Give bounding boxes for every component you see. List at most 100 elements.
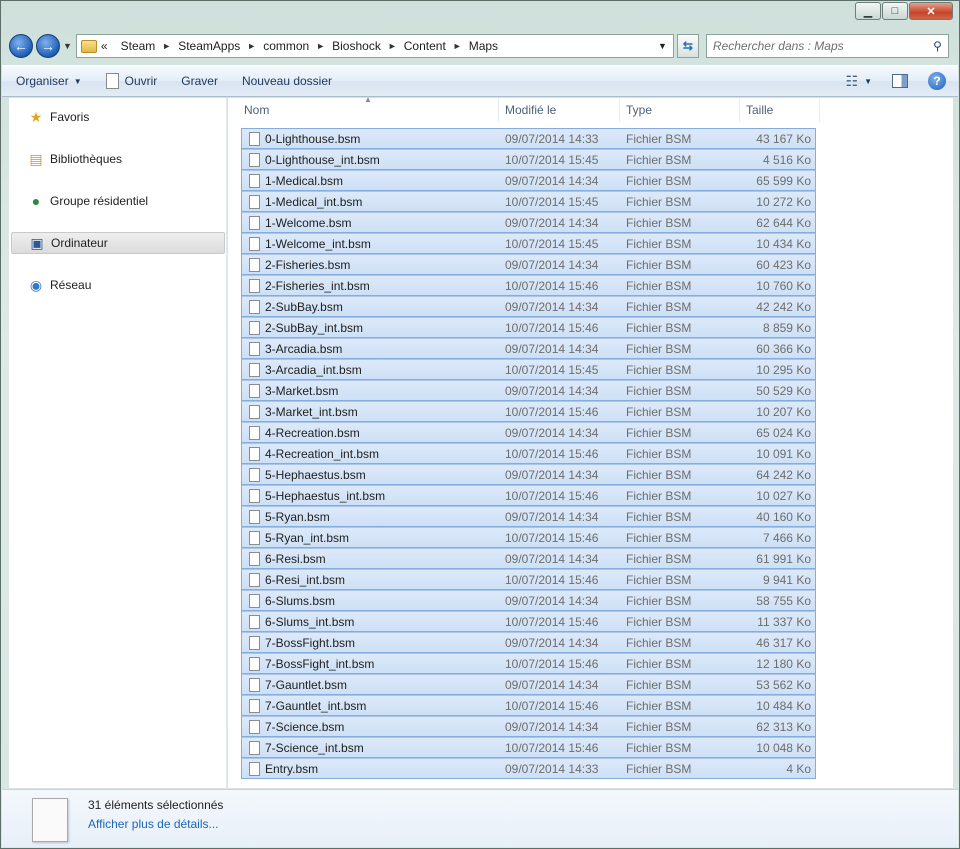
- file-name: 2-SubBay.bsm: [265, 299, 343, 314]
- table-row[interactable]: 3-Arcadia.bsm 09/07/2014 14:34 Fichier BSM…: [241, 338, 816, 359]
- file-icon: [249, 678, 260, 692]
- help-icon[interactable]: ?: [928, 72, 946, 90]
- file-type: Fichier BSM: [626, 152, 692, 167]
- table-row[interactable]: 4-Recreation_int.bsm 10/07/2014 15:46 Fich…: [241, 443, 816, 464]
- breadcrumb-steamapps[interactable]: SteamApps: [178, 39, 240, 53]
- table-row[interactable]: 7-BossFight.bsm 09/07/2014 14:34 Fichier B…: [241, 632, 816, 653]
- breadcrumb-content[interactable]: Content: [404, 39, 446, 53]
- recent-pages-dropdown[interactable]: ▼: [63, 41, 72, 51]
- table-row[interactable]: 2-Fisheries_int.bsm 10/07/2014 15:46 Fichi…: [241, 275, 816, 296]
- table-row[interactable]: 1-Medical_int.bsm 10/07/2014 15:45 Fichier…: [241, 191, 816, 212]
- table-row[interactable]: 1-Medical.bsm 09/07/2014 14:34 Fichier BSM…: [241, 170, 816, 191]
- show-more-details-link[interactable]: Afficher plus de détails...: [88, 817, 219, 831]
- file-type: Fichier BSM: [626, 635, 692, 650]
- new-folder-button[interactable]: Nouveau dossier: [242, 74, 332, 88]
- view-dropdown-icon[interactable]: ▼: [864, 77, 872, 86]
- table-row[interactable]: 1-Welcome_int.bsm 10/07/2014 15:45 Fichier…: [241, 233, 816, 254]
- file-modified: 10/07/2014 15:46: [505, 530, 599, 545]
- sidebar-item-label: Favoris: [50, 110, 90, 124]
- table-row[interactable]: 5-Hephaestus.bsm 09/07/2014 14:34 Fichier …: [241, 464, 816, 485]
- column-header-name[interactable]: Nom: [238, 98, 499, 122]
- table-row[interactable]: 3-Market_int.bsm 10/07/2014 15:46 Fichier …: [241, 401, 816, 422]
- table-row[interactable]: Entry.bsm 09/07/2014 14:33 Fichier BSM 4 Ko: [241, 758, 816, 779]
- file-modified: 09/07/2014 14:34: [505, 467, 599, 482]
- table-row[interactable]: 3-Arcadia_int.bsm 10/07/2014 15:45 Fichier…: [241, 359, 816, 380]
- table-row[interactable]: 1-Welcome.bsm 09/07/2014 14:34 Fichier BSM…: [241, 212, 816, 233]
- open-button[interactable]: Ouvrir: [105, 73, 157, 89]
- caption-buttons: ▁ □ ✕: [855, 2, 953, 20]
- breadcrumb-overflow[interactable]: «: [101, 39, 108, 53]
- view-options-icon[interactable]: ☷: [846, 73, 859, 90]
- file-name: 5-Ryan_int.bsm: [265, 530, 350, 545]
- table-row[interactable]: 5-Ryan.bsm 09/07/2014 14:34 Fichier BSM 40 …: [241, 506, 816, 527]
- table-row[interactable]: 6-Slums.bsm 09/07/2014 14:34 Fichier BSM 58…: [241, 590, 816, 611]
- column-header-type[interactable]: Type: [620, 98, 740, 122]
- network-icon: ◉: [29, 276, 43, 293]
- close-button[interactable]: ✕: [909, 2, 953, 20]
- breadcrumb-maps[interactable]: Maps: [469, 39, 498, 53]
- file-modified: 09/07/2014 14:34: [505, 509, 599, 524]
- table-row[interactable]: 3-Market.bsm 09/07/2014 14:34 Fichier BSM 5…: [241, 380, 816, 401]
- chevron-right-icon[interactable]: ►: [162, 41, 171, 51]
- table-row[interactable]: 7-BossFight_int.bsm 10/07/2014 15:46 Fichi…: [241, 653, 816, 674]
- file-type: Fichier BSM: [626, 656, 692, 671]
- chevron-right-icon[interactable]: ►: [316, 41, 325, 51]
- sidebar-item-bibliotheques[interactable]: ▤ Bibliothèques: [11, 148, 225, 170]
- file-name: 7-Science_int.bsm: [265, 740, 364, 755]
- file-type: Fichier BSM: [626, 341, 692, 356]
- chevron-right-icon[interactable]: ►: [453, 41, 462, 51]
- column-header-size[interactable]: Taille: [740, 98, 820, 122]
- maximize-button[interactable]: □: [882, 2, 908, 20]
- table-row[interactable]: 5-Ryan_int.bsm 10/07/2014 15:46 Fichier BS…: [241, 527, 816, 548]
- search-input[interactable]: [712, 39, 913, 53]
- table-row[interactable]: 2-SubBay.bsm 09/07/2014 14:34 Fichier BSM 4…: [241, 296, 816, 317]
- sidebar-item-ordinateur[interactable]: ▣ Ordinateur: [11, 232, 225, 254]
- table-row[interactable]: 6-Resi_int.bsm 10/07/2014 15:46 Fichier BS…: [241, 569, 816, 590]
- sidebar-item-groupe-residentiel[interactable]: ● Groupe résidentiel: [11, 190, 225, 212]
- sidebar-item-favoris[interactable]: ★ Favoris: [11, 106, 225, 128]
- breadcrumb-steam[interactable]: Steam: [121, 39, 156, 53]
- table-row[interactable]: 6-Slums_int.bsm 10/07/2014 15:46 Fichier B…: [241, 611, 816, 632]
- table-row[interactable]: 5-Hephaestus_int.bsm 10/07/2014 15:46 Fich…: [241, 485, 816, 506]
- column-type-label: Type: [626, 103, 653, 117]
- file-size: 42 242 Ko: [756, 299, 811, 314]
- forward-button[interactable]: →: [36, 34, 60, 58]
- table-row[interactable]: 0-Lighthouse.bsm 09/07/2014 14:33 Fichier …: [241, 128, 816, 149]
- file-icon: [249, 384, 260, 398]
- chevron-right-icon[interactable]: ►: [247, 41, 256, 51]
- file-modified: 09/07/2014 14:34: [505, 593, 599, 608]
- address-dropdown-icon[interactable]: ▼: [658, 41, 667, 51]
- burn-button[interactable]: Graver: [181, 74, 218, 88]
- table-row[interactable]: 7-Gauntlet_int.bsm 10/07/2014 15:46 Fichie…: [241, 695, 816, 716]
- minimize-button[interactable]: ▁: [855, 2, 881, 20]
- table-row[interactable]: 2-Fisheries.bsm 09/07/2014 14:34 Fichier B…: [241, 254, 816, 275]
- table-row[interactable]: 4-Recreation.bsm 09/07/2014 14:34 Fichier …: [241, 422, 816, 443]
- file-icon: [249, 762, 260, 776]
- table-row[interactable]: 7-Science.bsm 09/07/2014 14:34 Fichier BSM…: [241, 716, 816, 737]
- table-row[interactable]: 6-Resi.bsm 09/07/2014 14:34 Fichier BSM 61 …: [241, 548, 816, 569]
- sidebar-item-reseau[interactable]: ◉ Réseau: [11, 274, 225, 296]
- table-row[interactable]: 7-Gauntlet.bsm 09/07/2014 14:34 Fichier BS…: [241, 674, 816, 695]
- breadcrumb-bioshock[interactable]: Bioshock: [332, 39, 381, 53]
- table-row[interactable]: 7-Science_int.bsm 10/07/2014 15:46 Fichier…: [241, 737, 816, 758]
- file-name: 3-Market_int.bsm: [265, 404, 358, 419]
- address-bar[interactable]: « Steam ► SteamApps ► common ► Bioshock …: [75, 34, 674, 58]
- organise-menu-button[interactable]: Organiser ▼: [16, 74, 82, 88]
- back-button[interactable]: ←: [9, 34, 33, 58]
- file-size: 58 755 Ko: [756, 593, 811, 608]
- address-row: ← → ▼ « Steam ► SteamApps ► common ► Bio…: [9, 31, 951, 61]
- file-modified: 10/07/2014 15:46: [505, 614, 599, 629]
- file-icon: [249, 468, 260, 482]
- breadcrumb-common[interactable]: common: [263, 39, 309, 53]
- refresh-button[interactable]: ⇆: [676, 34, 699, 58]
- file-modified: 10/07/2014 15:46: [505, 656, 599, 671]
- explorer-window: ▁ □ ✕ ← → ▼ « Steam ► SteamApps ► common…: [0, 0, 960, 849]
- file-type: Fichier BSM: [626, 761, 692, 776]
- file-size: 12 180 Ko: [756, 656, 811, 671]
- chevron-right-icon[interactable]: ►: [388, 41, 397, 51]
- preview-pane-icon[interactable]: [892, 74, 908, 88]
- column-header-modified[interactable]: Modifié le: [499, 98, 620, 122]
- table-row[interactable]: 2-SubBay_int.bsm 10/07/2014 15:46 Fichier …: [241, 317, 816, 338]
- search-icon[interactable]: ⚲: [933, 39, 942, 53]
- table-row[interactable]: 0-Lighthouse_int.bsm 10/07/2014 15:45 Fich…: [241, 149, 816, 170]
